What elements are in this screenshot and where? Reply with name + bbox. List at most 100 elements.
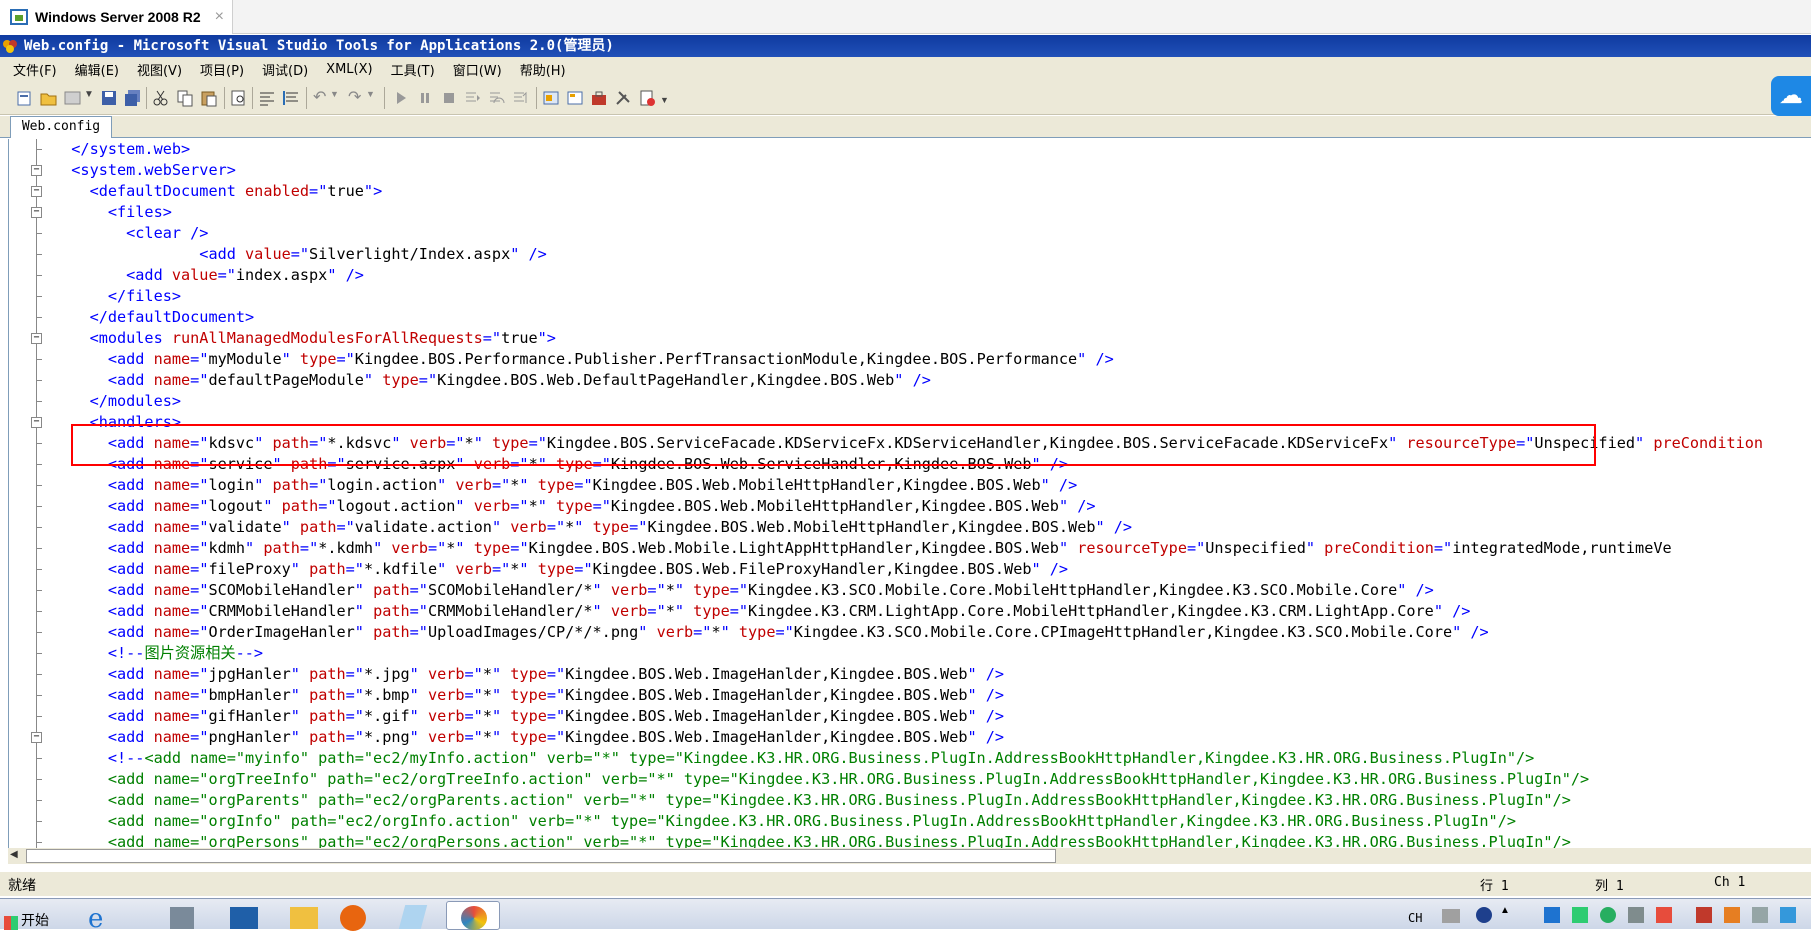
menu-file[interactable]: 文件(F) [6, 60, 64, 79]
code-line[interactable]: <add name="myModule" type="Kingdee.BOS.P… [53, 349, 1114, 370]
explorer-taskbar-icon[interactable] [278, 901, 332, 930]
find-icon[interactable] [230, 89, 248, 107]
code-line[interactable]: <add name="pngHanler" path="*.png" verb=… [53, 727, 1004, 748]
code-line[interactable]: <add value="Silverlight/Index.aspx" /> [53, 244, 547, 265]
code-line[interactable]: <add name="SCOMobileHandler" path="SCOMo… [53, 580, 1434, 601]
pause-icon[interactable] [416, 89, 434, 107]
code-line[interactable]: <files> [53, 202, 172, 223]
code-line[interactable]: </modules> [53, 391, 181, 412]
dropdown-arrow-icon[interactable]: ▼ [366, 89, 384, 107]
undo-icon[interactable]: ↶ [313, 89, 331, 107]
menu-window[interactable]: 窗口(W) [446, 60, 509, 79]
menu-edit[interactable]: 编辑(E) [68, 60, 126, 79]
code-line[interactable]: <clear /> [53, 223, 208, 244]
menu-help[interactable]: 帮助(H) [513, 60, 573, 79]
tray-app-icon[interactable] [1752, 907, 1768, 923]
code-line[interactable]: <add name="orgPersons" path="ec2/orgPers… [53, 832, 1571, 848]
stop-icon[interactable] [440, 89, 458, 107]
code-line[interactable]: <add name="OrderImageHanler" path="Uploa… [53, 622, 1489, 643]
save-icon[interactable] [100, 89, 118, 107]
properties-icon[interactable] [566, 89, 584, 107]
code-line[interactable]: </system.web> [53, 139, 190, 160]
cloud-share-icon[interactable]: ☁ [1771, 76, 1811, 116]
menu-debug[interactable]: 调试(D) [255, 60, 315, 79]
code-line[interactable]: <add name="kdmh" path="*.kdmh" verb="*" … [53, 538, 1672, 559]
code-line[interactable]: <add name="defaultPageModule" type="King… [53, 370, 931, 391]
collapse-icon[interactable]: − [31, 165, 42, 176]
code-line[interactable]: <add name="login" path="login.action" ve… [53, 475, 1077, 496]
dropdown-arrow-icon[interactable]: ▼ [330, 89, 348, 107]
tray-app-icon[interactable] [1724, 907, 1740, 923]
server-manager-taskbar-icon[interactable] [158, 901, 212, 930]
object-browser-icon[interactable] [542, 89, 560, 107]
code-line[interactable]: <!--图片资源相关--> [53, 643, 263, 664]
paste-icon[interactable] [200, 89, 218, 107]
tray-app-icon[interactable] [1628, 907, 1644, 923]
collapse-icon[interactable]: − [31, 207, 42, 218]
code-line[interactable]: <add name="gifHanler" path="*.gif" verb=… [53, 706, 1004, 727]
powershell-taskbar-icon[interactable] [218, 901, 272, 930]
uncomment-icon[interactable] [282, 89, 300, 107]
vsta-taskbar-icon[interactable] [446, 901, 500, 930]
tray-expand-icon[interactable]: ▲ [1500, 905, 1510, 916]
code-line[interactable]: <add name="orgInfo" path="ec2/orgInfo.ac… [53, 811, 1516, 832]
tray-app-icon[interactable] [1696, 907, 1712, 923]
ime-indicator[interactable]: CH [1408, 911, 1422, 925]
code-line[interactable]: <add name="CRMMobileHandler" path="CRMMo… [53, 601, 1471, 622]
code-line[interactable]: <system.webServer> [53, 160, 236, 181]
ie-taskbar-icon[interactable]: e [78, 901, 132, 932]
menu-tools[interactable]: 工具(T) [384, 60, 442, 79]
close-icon[interactable]: × [215, 8, 224, 26]
start-button[interactable]: 开始 [0, 901, 58, 930]
scroll-left-icon[interactable]: ◀ [10, 849, 18, 860]
code-line[interactable]: <modules runAllManagedModulesForAllReque… [53, 328, 556, 349]
collapse-icon[interactable]: − [31, 333, 42, 344]
collapse-icon[interactable]: − [31, 732, 42, 743]
comment-icon[interactable] [258, 89, 276, 107]
tray-app-icon[interactable] [1544, 907, 1560, 923]
code-line[interactable]: <add name="orgTreeInfo" path="ec2/orgTre… [53, 769, 1589, 790]
code-line[interactable]: <add name="validate" path="validate.acti… [53, 517, 1132, 538]
code-line[interactable]: <defaultDocument enabled="true"> [53, 181, 383, 202]
code-line[interactable]: </defaultDocument> [53, 307, 255, 328]
tray-app-icon[interactable] [1656, 907, 1672, 923]
code-text-area[interactable]: </system.web> <system.webServer> <defaul… [53, 139, 1811, 848]
close-solution-icon[interactable] [638, 89, 656, 107]
tools-icon[interactable] [614, 89, 632, 107]
toolbar-overflow-icon[interactable]: ▼ [660, 95, 678, 113]
open-folder-icon[interactable] [40, 89, 58, 107]
code-line[interactable]: <add value="index.aspx" /> [53, 265, 364, 286]
collapse-icon[interactable]: − [31, 417, 42, 428]
notepad-taskbar-icon[interactable] [388, 901, 442, 930]
tray-app-icon[interactable] [1572, 907, 1588, 923]
code-line[interactable]: <add name="bmpHanler" path="*.bmp" verb=… [53, 685, 1004, 706]
menu-xml[interactable]: XML(X) [319, 62, 379, 77]
horizontal-scrollbar[interactable]: ◀ [8, 848, 1811, 864]
code-line[interactable]: <!--<add name="myinfo" path="ec2/myInfo.… [53, 748, 1534, 769]
cut-icon[interactable] [152, 89, 170, 107]
code-line[interactable]: </files> [53, 286, 181, 307]
redo-icon[interactable]: ↷ [348, 89, 366, 107]
scrollbar-thumb[interactable] [26, 849, 1056, 863]
start-debug-icon[interactable] [392, 89, 410, 107]
firefox-taskbar-icon[interactable] [328, 901, 382, 931]
step-into-icon[interactable] [464, 89, 482, 107]
code-line[interactable]: <add name="jpgHanler" path="*.jpg" verb=… [53, 664, 1004, 685]
step-out-icon[interactable] [512, 89, 530, 107]
code-line[interactable]: <add name="logout" path="logout.action" … [53, 496, 1096, 517]
collapse-icon[interactable]: − [31, 186, 42, 197]
copy-icon[interactable] [176, 89, 194, 107]
menu-view[interactable]: 视图(V) [130, 60, 189, 79]
help-icon[interactable] [1476, 907, 1492, 923]
toolbox-icon[interactable] [590, 89, 608, 107]
vm-tab[interactable]: Windows Server 2008 R2 × [0, 0, 233, 34]
keyboard-icon[interactable] [1442, 909, 1460, 923]
code-line[interactable]: <add name="fileProxy" path="*.kdfile" ve… [53, 559, 1068, 580]
tab-web-config[interactable]: Web.config [10, 116, 112, 138]
add-item-icon[interactable] [16, 89, 34, 107]
code-editor[interactable]: − − − − − − </system.web> <system.webServer> … [8, 139, 1811, 848]
tray-app-icon[interactable] [1600, 907, 1616, 923]
tray-app-icon[interactable] [1780, 907, 1796, 923]
code-line[interactable]: <add name="orgParents" path="ec2/orgPare… [53, 790, 1571, 811]
save-all-icon[interactable] [124, 89, 142, 107]
